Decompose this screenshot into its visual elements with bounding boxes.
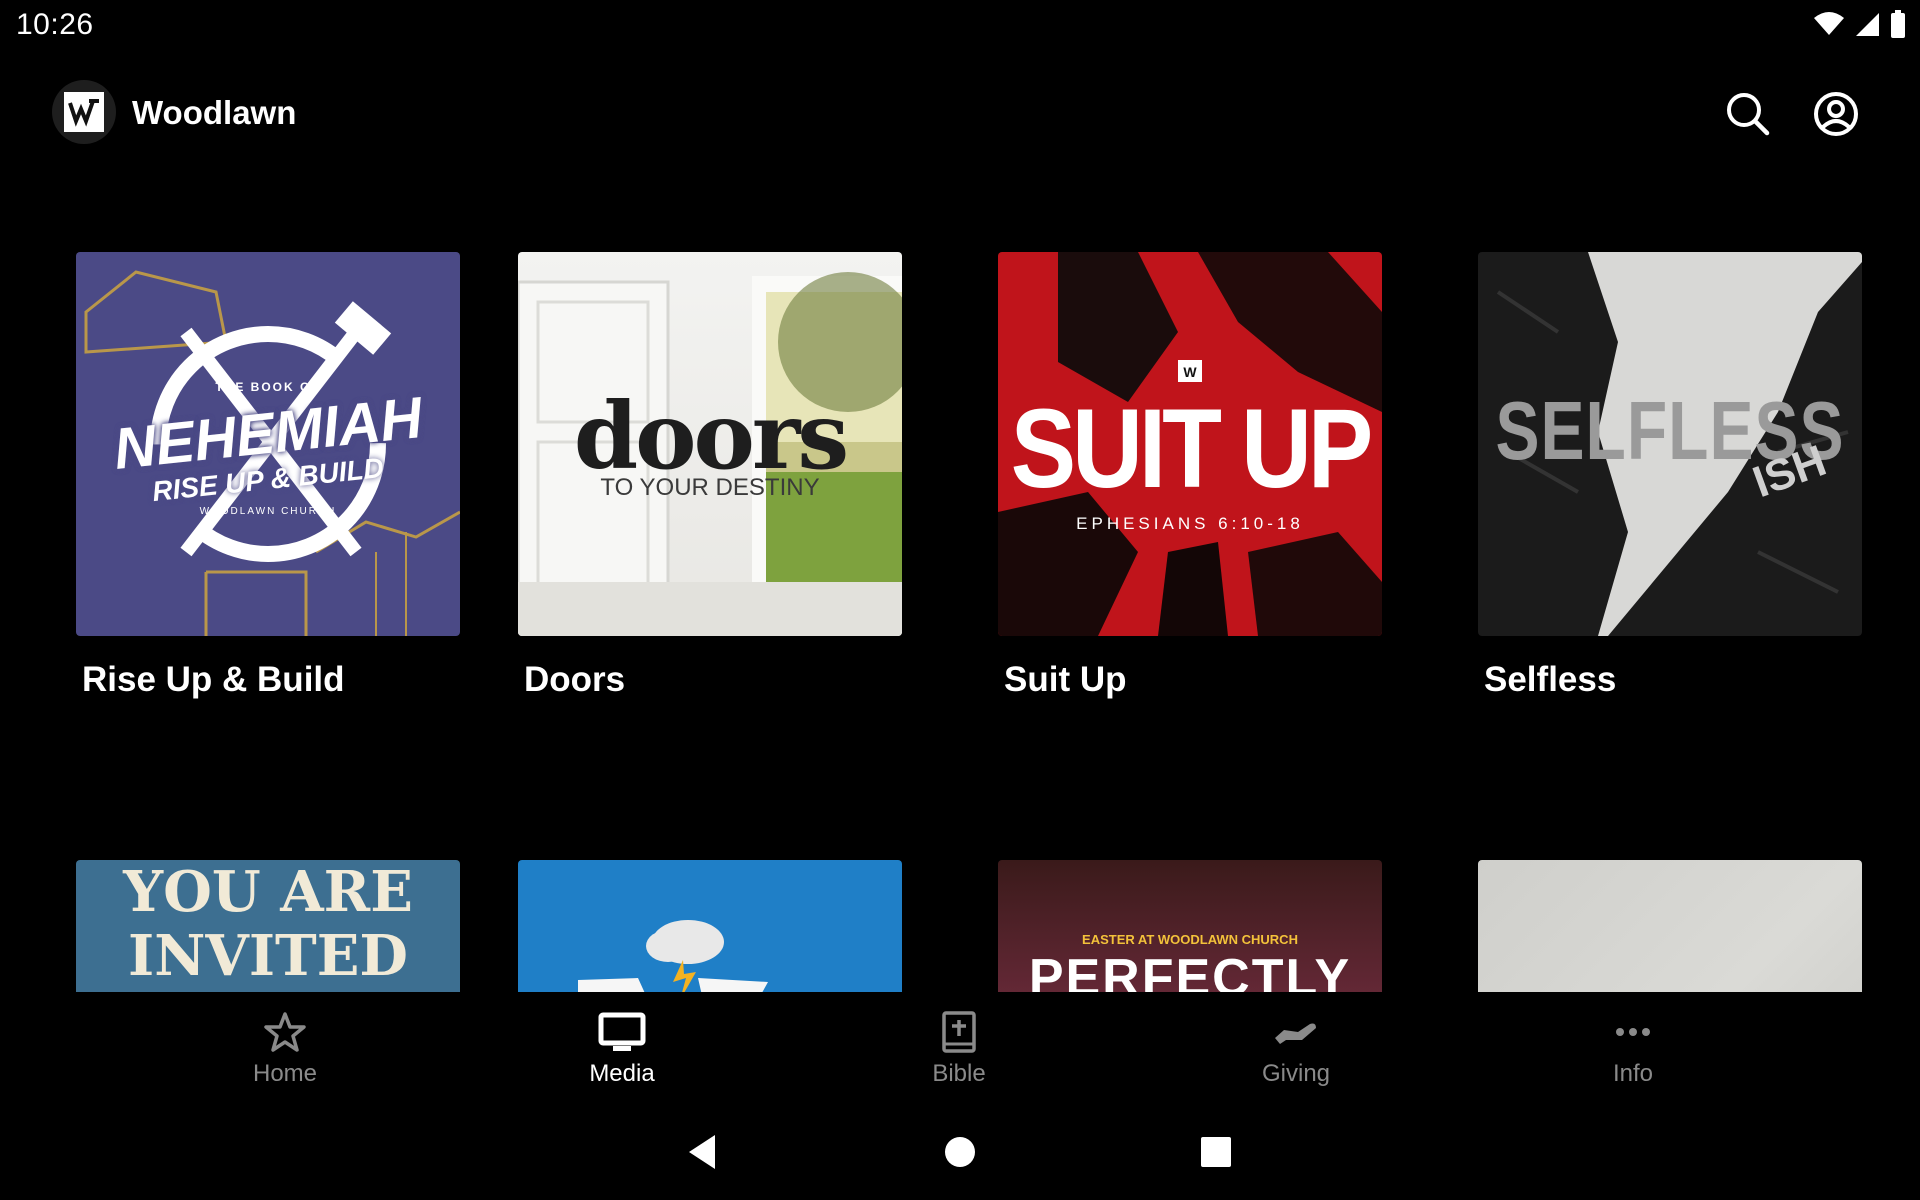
nav-info[interactable]: Info [1533, 1010, 1733, 1088]
series-thumbnail: doors TO YOUR DESTINY [518, 252, 902, 636]
media-grid[interactable]: THE BOOK OF NEHEMIAH RISE UP & BUILD WOO… [0, 160, 1920, 992]
nav-giving[interactable]: Giving [1196, 1010, 1396, 1088]
svg-text:W: W [1183, 364, 1197, 380]
search-button[interactable] [1722, 88, 1774, 140]
system-navigation-bar [0, 1100, 1920, 1200]
series-card-blue[interactable] [518, 860, 902, 992]
nav-media[interactable]: Media [522, 1010, 722, 1088]
series-thumbnail: YOU ARE INVITED [76, 860, 460, 992]
nav-home[interactable]: Home [185, 1010, 385, 1088]
series-card-perfectly[interactable]: EASTER AT WOODLAWN CHURCH PERFECTLY [998, 860, 1382, 992]
art-text-line1: YOU ARE [123, 860, 413, 925]
series-title: Rise Up & Build [82, 660, 345, 699]
nav-label: Info [1612, 1060, 1654, 1087]
woodlawn-logo-icon [64, 92, 104, 132]
art-text-main: SUIT UP [1010, 384, 1374, 512]
series-title: Suit Up [1004, 660, 1127, 699]
series-thumbnail [1478, 860, 1862, 992]
account-button[interactable] [1810, 88, 1862, 140]
bottom-navigation: Home Media Bible Giving Info [0, 992, 1920, 1100]
series-card-rise-up-build[interactable]: THE BOOK OF NEHEMIAH RISE UP & BUILD WOO… [76, 252, 460, 700]
status-time: 10:26 [16, 8, 94, 41]
series-thumbnail: W SUIT UP EPHESIANS 6:10-18 [998, 252, 1382, 636]
series-title: Doors [524, 660, 626, 699]
series-thumbnail [518, 860, 902, 992]
app-title: Woodlawn [132, 94, 297, 131]
wifi-icon [1814, 12, 1844, 35]
series-title: Selfless [1484, 660, 1617, 699]
nav-label: Home [252, 1060, 318, 1087]
bible-icon [942, 1011, 976, 1053]
star-icon [264, 1012, 306, 1052]
recents-square-icon [1201, 1137, 1231, 1167]
nav-label: Bible [932, 1060, 986, 1087]
battery-icon [1891, 10, 1905, 38]
series-card-doors[interactable]: doors TO YOUR DESTINY Doors [518, 252, 902, 700]
system-back-button[interactable] [680, 1130, 724, 1174]
more-icon [1616, 1028, 1650, 1036]
system-home-button[interactable] [938, 1130, 982, 1174]
series-card-suit-up[interactable]: W SUIT UP EPHESIANS 6:10-18 Suit Up [998, 252, 1382, 700]
nav-label: Giving [1261, 1060, 1331, 1087]
nav-bible[interactable]: Bible [859, 1010, 1059, 1088]
series-card-selfless[interactable]: SELFLESS ISH Selfless [1478, 252, 1862, 700]
art-text-sub: TO YOUR DESTINY [600, 474, 820, 501]
series-card-marble[interactable] [1478, 860, 1862, 992]
system-recents-button[interactable] [1194, 1130, 1238, 1174]
series-thumbnail: SELFLESS ISH [1478, 252, 1862, 636]
account-circle-icon [1814, 92, 1858, 136]
nav-label: Media [589, 1060, 655, 1087]
status-bar: 10:26 [0, 0, 1920, 50]
search-icon [1727, 93, 1770, 136]
art-text-line2: INVITED [128, 923, 408, 989]
status-icons [1814, 10, 1906, 38]
art-text-sub: EPHESIANS 6:10-18 [1076, 514, 1304, 533]
art-text-small: WOODLAWN CHURCH [199, 506, 337, 517]
app-bar: Woodlawn [0, 70, 1920, 160]
back-triangle-icon [689, 1135, 715, 1169]
art-text-main: PERFECTLY [1028, 949, 1352, 992]
series-thumbnail: EASTER AT WOODLAWN CHURCH PERFECTLY [998, 860, 1382, 992]
series-thumbnail: THE BOOK OF NEHEMIAH RISE UP & BUILD WOO… [76, 252, 460, 636]
giving-icon [1275, 1023, 1316, 1044]
home-circle-icon [945, 1137, 975, 1167]
tv-icon [598, 1012, 646, 1051]
series-card-you-are-invited[interactable]: YOU ARE INVITED [76, 860, 460, 992]
app-logo [52, 80, 116, 144]
art-text-small: EASTER AT WOODLAWN CHURCH [1082, 932, 1298, 947]
cellular-signal-icon [1856, 13, 1879, 36]
